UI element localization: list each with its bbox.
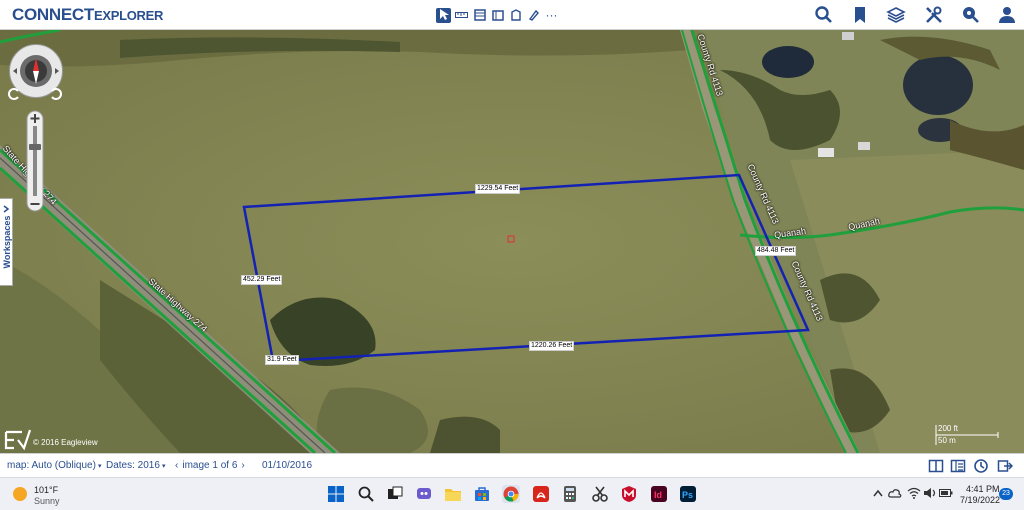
dates-label: Dates: 2016 [106,460,160,471]
map-status-bar: map: Auto (Oblique) ▾ Dates: 2016 ▾ ‹ image… [0,453,1024,478]
bookmark-icon[interactable] [850,5,870,25]
chrome-icon[interactable] [502,485,520,503]
caret-down-icon: ▾ [97,463,102,470]
tools-icon[interactable] [924,5,944,25]
panel-list-icon[interactable] [950,458,966,474]
zoom-control [26,110,44,212]
search-icon[interactable] [814,5,834,25]
store-icon[interactable] [473,485,491,503]
pointer-icon[interactable] [436,7,451,23]
next-image-icon[interactable]: › [241,460,244,471]
rotate-left-icon[interactable] [8,88,20,100]
building-icon[interactable] [508,8,523,23]
zoom-in-button[interactable] [26,110,44,126]
image-counter: image 1 of 6 [182,460,238,471]
workspaces-label: Workspaces [2,215,12,269]
layers-icon[interactable] [886,5,906,25]
split-view-icon[interactable] [928,458,944,474]
weather-temperature: 101°F [34,485,59,495]
windows-taskbar: 101°F Sunny Id Ps 4:41 PM 7/19/2022 23 [0,477,1024,510]
app-logo[interactable]: CONNECTEXPLORER [12,5,163,25]
height-measure-icon[interactable] [490,8,505,23]
search-icon[interactable] [357,485,375,503]
logo-second: EXPLORER [93,8,164,23]
clock-time[interactable]: 4:41 PM [966,484,1000,494]
measure-label-north: 1229.54 Feet [475,184,521,194]
chevron-up-icon[interactable] [873,489,883,497]
windows-start-icon[interactable] [327,485,345,503]
caret-down-icon: ▾ [161,463,166,470]
dates-dropdown[interactable]: Dates: 2016 ▾ [106,460,165,471]
annotate-icon[interactable] [526,8,541,23]
export-icon[interactable] [997,458,1013,474]
svg-text:Id: Id [654,490,662,500]
measure-label-southwest: 31.9 Feet [265,355,299,365]
map-mode-label: map: Auto (Oblique) [7,460,96,471]
scale-feet-label: 200 ft [938,424,959,433]
map-scale-bar: 200 ft 50 m [934,424,1002,446]
location-search-icon[interactable] [960,5,980,25]
workspaces-tab[interactable]: Workspaces [0,198,13,286]
zoom-out-button[interactable] [26,196,44,212]
logo-main: CONNECT [12,5,94,24]
previous-image-icon[interactable]: ‹ [175,460,178,471]
snipping-tool-icon[interactable] [591,485,609,503]
copyright-text: © 2016 Eagleview [33,438,98,447]
file-explorer-icon[interactable] [444,485,462,503]
acrobat-icon[interactable] [532,485,550,503]
image-navigator: ‹ image 1 of 6 › [175,460,245,471]
chat-icon[interactable] [415,485,433,503]
measure-label-east: 484.48 Feet [755,246,797,256]
aerial-imagery [0,30,1024,453]
cloud-icon[interactable] [888,488,902,498]
rotate-right-icon[interactable] [50,88,62,100]
ruler-icon[interactable] [454,8,469,23]
clock-date[interactable]: 7/19/2022 [960,495,1000,505]
aerial-map-view[interactable]: 1229.54 Feet 484.48 Feet 1220.26 Feet 45… [0,30,1024,453]
app-header: CONNECTEXPLORER ··· [0,0,1024,30]
task-view-icon[interactable] [386,485,404,503]
area-measure-icon[interactable] [472,8,487,23]
notification-badge[interactable]: 23 [999,488,1013,500]
image-date: 01/10/2016 [262,460,313,471]
sun-weather-icon [13,487,27,501]
mcafee-icon[interactable] [620,485,638,503]
map-mode-dropdown[interactable]: map: Auto (Oblique) ▾ [7,460,101,471]
volume-icon[interactable] [923,487,937,499]
photoshop-icon[interactable]: Ps [679,485,697,503]
battery-icon[interactable] [939,488,953,498]
more-tools-icon[interactable]: ··· [544,8,559,23]
measure-label-south: 1220.26 Feet [529,341,575,351]
map-toolbar: ··· [436,6,559,24]
scale-meters-label: 50 m [938,436,956,445]
indesign-icon[interactable]: Id [650,485,668,503]
user-icon[interactable] [997,5,1017,25]
history-icon[interactable] [973,458,989,474]
wifi-icon[interactable] [907,487,921,499]
svg-text:Ps: Ps [682,490,693,500]
weather-description: Sunny [34,496,60,506]
calculator-icon[interactable] [561,485,579,503]
measure-label-west: 452.29 Feet [241,275,283,285]
